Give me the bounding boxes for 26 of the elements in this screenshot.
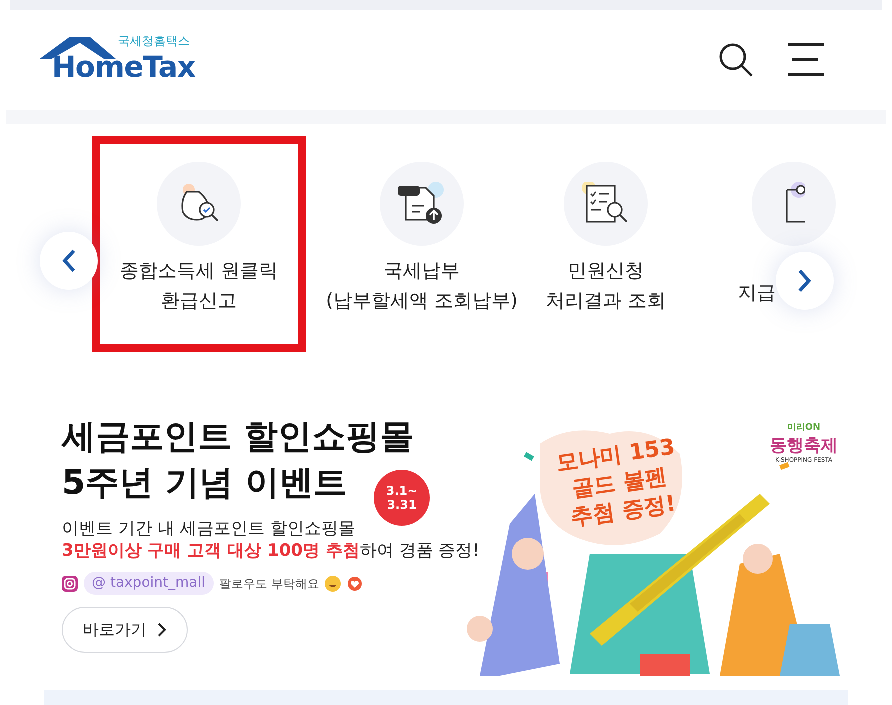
- date-badge: 3.1~ 3.31: [374, 470, 430, 526]
- menu-label[interactable]: 환급신고: [160, 286, 237, 316]
- festival-logo-text: 미리ON: [787, 422, 821, 435]
- logo-text: HomeTax: [52, 53, 196, 82]
- logo-subtitle: 국세청홈택스: [118, 35, 190, 47]
- menu-label[interactable]: (납부할세액 조회납부): [326, 286, 518, 316]
- chevron-right-icon: [157, 622, 167, 638]
- chevron-right-icon: [798, 269, 812, 293]
- smile-icon: [325, 576, 342, 592]
- menu-label[interactable]: 민원신청: [568, 256, 644, 286]
- go-button[interactable]: 바로가기: [62, 607, 188, 653]
- menu-label[interactable]: 종합소득세 원클릭: [120, 256, 278, 286]
- festival-logo-text: 동행축제: [770, 436, 838, 456]
- banner-title: 5주년 기념 이벤트: [62, 462, 348, 505]
- instagram-icon: [62, 576, 78, 592]
- search-icon[interactable]: [718, 42, 754, 78]
- clipboard-icon: [783, 182, 805, 226]
- chevron-left-icon: [62, 249, 76, 273]
- banner-title: 세금포인트 할인쇼핑몰: [62, 416, 414, 459]
- menu-label[interactable]: 처리결과 조회: [546, 286, 666, 316]
- follow-text: 팔로우도 부탁해요: [220, 576, 320, 592]
- menu-label[interactable]: 지급: [738, 278, 776, 308]
- event-highlight: 3만원이상 구매 고객 대상 100명 추첨하여 경품 증정!: [62, 540, 480, 562]
- event-description: 이벤트 기간 내 세금포인트 할인쇼핑몰: [62, 518, 357, 540]
- menu-icon[interactable]: [788, 43, 826, 77]
- menu-label[interactable]: 국세납부: [384, 256, 460, 286]
